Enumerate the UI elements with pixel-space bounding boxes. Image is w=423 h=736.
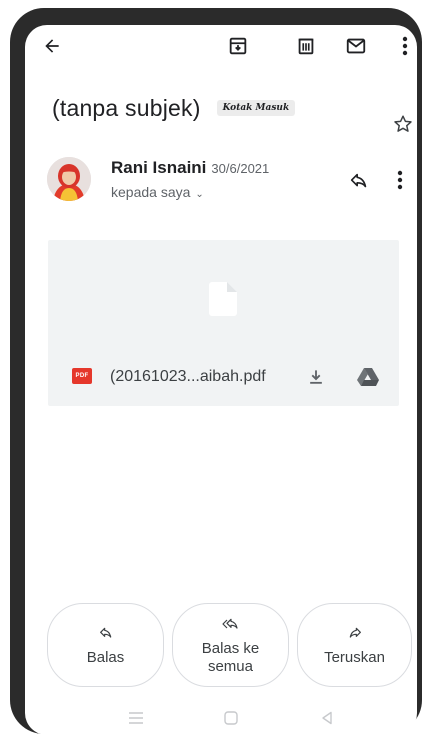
file-preview-icon — [209, 282, 237, 321]
home-square-icon — [224, 711, 238, 725]
download-button[interactable] — [306, 367, 326, 387]
menu-icon — [129, 712, 143, 724]
drive-icon — [357, 368, 379, 386]
archive-button[interactable] — [225, 33, 251, 59]
star-outline-icon — [394, 115, 412, 132]
back-nav-button[interactable] — [320, 711, 334, 730]
chevron-down-icon: ⌄ — [195, 189, 204, 200]
star-button[interactable] — [392, 113, 416, 137]
back-triangle-icon — [322, 711, 332, 725]
arrow-left-icon — [45, 39, 59, 53]
save-to-drive-button[interactable] — [356, 367, 380, 387]
delete-button[interactable] — [293, 33, 319, 59]
download-icon — [310, 370, 322, 384]
reply-button[interactable]: Balas — [47, 603, 164, 687]
sender-line: Rani Isnaini 30/6/2021 — [111, 158, 269, 178]
recipient-label: kepada saya — [111, 184, 191, 200]
overflow-menu-button[interactable] — [392, 33, 417, 59]
trash-icon — [298, 38, 314, 55]
system-navigation-bar — [25, 705, 417, 735]
recipient-toggle[interactable]: kepada saya ⌄ — [111, 184, 204, 200]
reply-all-button[interactable]: Balas ke semua — [172, 603, 289, 687]
avatar-image — [47, 157, 91, 201]
top-toolbar — [25, 25, 417, 69]
pdf-icon: PDF — [72, 368, 92, 384]
sender-avatar[interactable] — [47, 157, 91, 201]
reply-icon — [99, 627, 111, 638]
reply-all-icon — [221, 618, 238, 629]
subject-row: (tanpa subjek) Kotak Masuk — [52, 88, 417, 128]
reply-icon-button[interactable] — [348, 170, 372, 194]
phone-frame: (tanpa subjek) Kotak Masuk Rani Isnaini 3… — [10, 8, 422, 735]
forward-icon — [349, 627, 361, 638]
mark-unread-button[interactable] — [343, 33, 369, 59]
home-nav-button[interactable] — [224, 711, 238, 730]
sender-name[interactable]: Rani Isnaini — [111, 158, 206, 177]
email-date: 30/6/2021 — [211, 161, 270, 176]
back-button[interactable] — [39, 33, 65, 59]
attachment-file-name: (20161023...aibah.pdf — [110, 368, 266, 385]
attachment-card[interactable]: PDF (20161023...aibah.pdf — [48, 240, 399, 406]
reply-all-label-line1: Balas ke — [201, 640, 260, 657]
mail-icon — [346, 38, 366, 54]
reply-label: Balas — [86, 649, 125, 666]
forward-label: Teruskan — [324, 649, 385, 666]
archive-icon — [229, 37, 247, 55]
reply-icon — [350, 173, 367, 188]
forward-button[interactable]: Teruskan — [297, 603, 412, 687]
message-overflow-button[interactable] — [397, 170, 415, 194]
screen: (tanpa subjek) Kotak Masuk Rani Isnaini 3… — [25, 25, 417, 735]
action-buttons: Balas Balas ke semua Teruskan — [47, 603, 412, 687]
more-vert-icon — [402, 36, 408, 56]
more-vert-icon — [397, 170, 403, 190]
inbox-label-chip[interactable]: Kotak Masuk — [216, 100, 296, 116]
menu-nav-button[interactable] — [128, 711, 144, 730]
reply-all-label-line2: semua — [207, 658, 253, 675]
email-subject: (tanpa subjek) — [52, 94, 201, 121]
